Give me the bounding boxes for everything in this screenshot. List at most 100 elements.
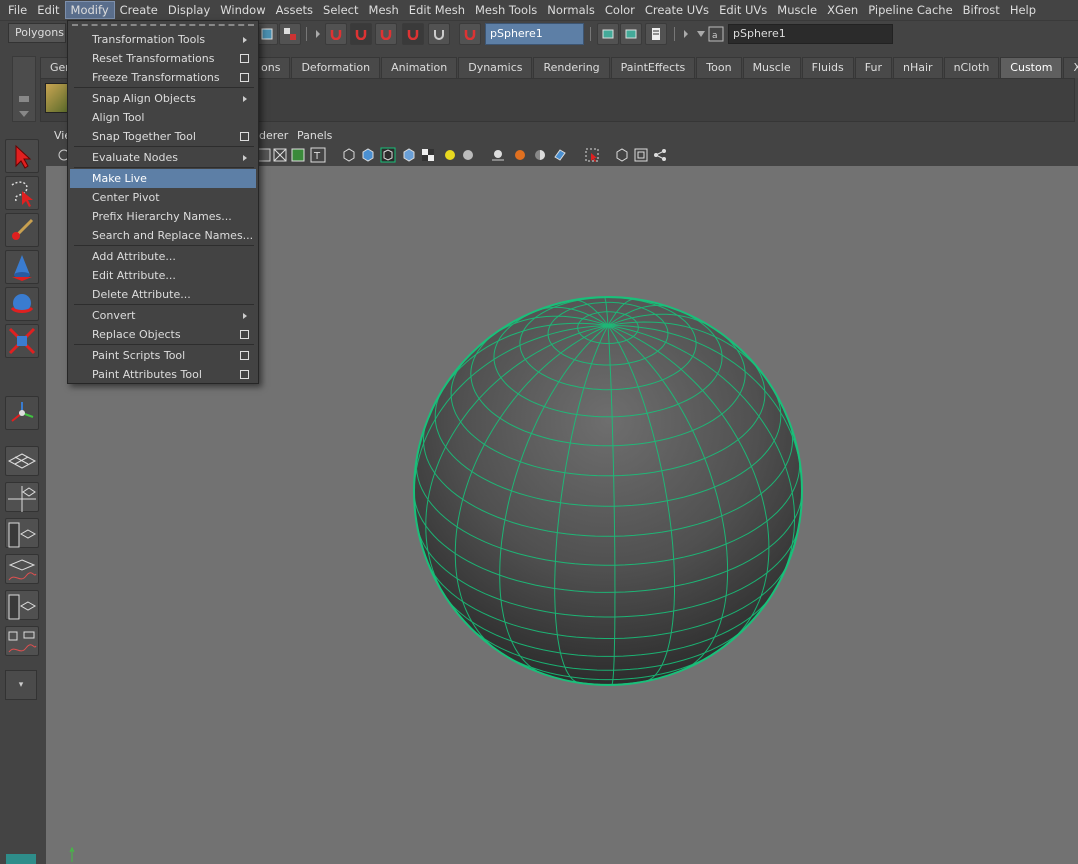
grid-icon[interactable]: [614, 147, 630, 163]
menu-edit[interactable]: Edit: [32, 1, 64, 19]
layout-hypershade-button[interactable]: [5, 590, 39, 620]
menu-color[interactable]: Color: [600, 1, 640, 19]
isolate-select-icon[interactable]: [584, 147, 600, 163]
menu-item-freeze-transformations[interactable]: Freeze Transformations: [70, 68, 256, 87]
menu-normals[interactable]: Normals: [542, 1, 600, 19]
menu-display[interactable]: Display: [163, 1, 215, 19]
shelf-tab-painteffects[interactable]: PaintEffects: [610, 57, 696, 78]
shelf-tab-nhair[interactable]: nHair: [893, 57, 943, 78]
snap-point-button[interactable]: [375, 23, 397, 45]
menu-set-dropdown[interactable]: Polygons: [8, 23, 66, 43]
snap-view-plane-button[interactable]: [402, 23, 424, 45]
shelf-tab-ncloth[interactable]: nCloth: [943, 57, 1000, 78]
shelf-tab-xgen[interactable]: XGen: [1063, 57, 1078, 78]
menu-window[interactable]: Window: [215, 1, 270, 19]
menu-item-paint-attributes-tool[interactable]: Paint Attributes Tool: [70, 365, 256, 384]
menu-item-align-tool[interactable]: Align Tool: [70, 108, 256, 127]
menu-item-edit-attribute[interactable]: Edit Attribute...: [70, 266, 256, 285]
output-ops-button[interactable]: [620, 23, 642, 45]
menu-item-snap-align-objects[interactable]: Snap Align Objects: [70, 89, 256, 108]
rotate-tool-button[interactable]: [5, 287, 39, 321]
menu-assets[interactable]: Assets: [271, 1, 318, 19]
scale-tool-button[interactable]: [5, 324, 39, 358]
menu-edit-uvs[interactable]: Edit UVs: [714, 1, 772, 19]
layout-trax-button[interactable]: [5, 626, 39, 656]
menu-edit-mesh[interactable]: Edit Mesh: [404, 1, 470, 19]
menu-item-search-and-replace-names[interactable]: Search and Replace Names...: [70, 226, 256, 245]
bottom-shelf-icon[interactable]: [6, 854, 36, 864]
shelf-menu-handle[interactable]: [12, 56, 36, 122]
menu-select[interactable]: Select: [318, 1, 363, 19]
text-icon[interactable]: T: [310, 147, 326, 163]
ambient-occlusion-icon[interactable]: [512, 147, 528, 163]
menu-item-evaluate-nodes[interactable]: Evaluate Nodes: [70, 148, 256, 167]
xray-icon[interactable]: [272, 147, 288, 163]
menu-mesh[interactable]: Mesh: [364, 1, 404, 19]
move-tool-button[interactable]: [5, 250, 39, 284]
anti-alias-icon[interactable]: [552, 147, 568, 163]
collapse-arrow-icon[interactable]: [316, 30, 320, 38]
shadow-icon[interactable]: [490, 147, 506, 163]
collapse-arrow-icon[interactable]: [684, 30, 688, 38]
menu-create[interactable]: Create: [115, 1, 163, 19]
node-graph-icon[interactable]: [652, 147, 668, 163]
shelf-tab-animation[interactable]: Animation: [381, 57, 458, 78]
shelf-tab-dynamics[interactable]: Dynamics: [458, 57, 533, 78]
option-box-icon[interactable]: [240, 132, 249, 141]
select-by-object-button[interactable]: [279, 23, 301, 45]
layout-outliner-button[interactable]: [5, 518, 39, 548]
menu-item-delete-attribute[interactable]: Delete Attribute...: [70, 285, 256, 304]
menu-help[interactable]: Help: [1005, 1, 1041, 19]
menu-tearoff[interactable]: [72, 24, 254, 29]
resolution-gate-icon[interactable]: [633, 147, 649, 163]
menu-item-paint-scripts-tool[interactable]: Paint Scripts Tool: [70, 346, 256, 365]
panel-menu-renderer[interactable]: derer: [259, 128, 288, 144]
snap-live-button[interactable]: [428, 23, 450, 45]
light-icon[interactable]: [442, 147, 458, 163]
shelf-tool-icon[interactable]: [45, 83, 69, 113]
shelf-tab-toon[interactable]: Toon: [696, 57, 742, 78]
texture-icon[interactable]: [290, 147, 306, 163]
paint-select-tool-button[interactable]: [5, 213, 39, 247]
make-live-button[interactable]: [459, 23, 481, 45]
menu-create-uvs[interactable]: Create UVs: [640, 1, 714, 19]
menu-item-snap-together-tool[interactable]: Snap Together Tool: [70, 127, 256, 146]
textured-cube-icon[interactable]: [401, 147, 417, 163]
input-ops-button[interactable]: [597, 23, 619, 45]
lasso-tool-button[interactable]: [5, 176, 39, 210]
menu-item-transformation-tools[interactable]: Transformation Tools: [70, 30, 256, 49]
menu-item-reset-transformations[interactable]: Reset Transformations: [70, 49, 256, 68]
menu-modify[interactable]: Modify: [64, 1, 115, 19]
menu-file[interactable]: File: [3, 1, 32, 19]
menu-item-add-attribute[interactable]: Add Attribute...: [70, 247, 256, 266]
rename-field[interactable]: pSphere1: [728, 24, 893, 44]
menu-item-replace-objects[interactable]: Replace Objects: [70, 325, 256, 344]
menu-muscle[interactable]: Muscle: [772, 1, 822, 19]
snap-grid-button[interactable]: [325, 23, 347, 45]
shelf-tab-fur[interactable]: Fur: [854, 57, 892, 78]
shelf-tab-deformation[interactable]: Deformation: [291, 57, 381, 78]
shelf-tab-muscle[interactable]: Muscle: [742, 57, 801, 78]
toolbox-more-button[interactable]: ▾: [5, 670, 37, 700]
menu-item-prefix-hierarchy-names[interactable]: Prefix Hierarchy Names...: [70, 207, 256, 226]
checker-icon[interactable]: [420, 147, 436, 163]
menu-pipeline-cache[interactable]: Pipeline Cache: [863, 1, 957, 19]
universal-manipulator-button[interactable]: [5, 396, 39, 430]
menu-mesh-tools[interactable]: Mesh Tools: [470, 1, 542, 19]
option-box-icon[interactable]: [240, 351, 249, 360]
wireframe-on-shaded-icon[interactable]: [380, 147, 396, 163]
layout-four-button[interactable]: [5, 482, 39, 512]
construction-history-button[interactable]: [645, 23, 667, 45]
option-box-icon[interactable]: [240, 370, 249, 379]
snap-curve-button[interactable]: [350, 23, 372, 45]
live-object-field[interactable]: pSphere1: [485, 23, 584, 45]
layout-single-button[interactable]: [5, 446, 39, 476]
menu-item-make-live[interactable]: Make Live: [70, 169, 256, 188]
dropdown-triangle-icon[interactable]: [696, 29, 706, 39]
menu-item-convert[interactable]: Convert: [70, 306, 256, 325]
smooth-shade-icon[interactable]: [360, 147, 376, 163]
option-box-icon[interactable]: [240, 330, 249, 339]
select-tool-button[interactable]: [5, 139, 39, 173]
psphere1-mesh[interactable]: [408, 291, 808, 691]
menu-bifrost[interactable]: Bifrost: [958, 1, 1005, 19]
